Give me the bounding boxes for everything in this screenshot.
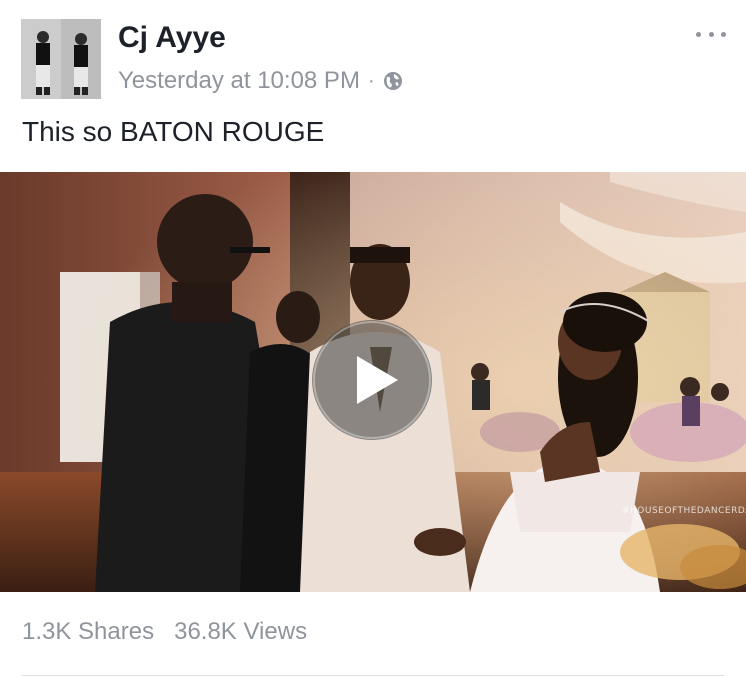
video-player[interactable]: #HOUSEOFTHEDANCERDANCE bbox=[0, 172, 746, 592]
feed-post: Cj Ayye Yesterday at 10:08 PM · This so … bbox=[0, 0, 746, 677]
views-count[interactable]: 36.8K Views bbox=[174, 618, 307, 646]
post-text: This so BATON ROUGE bbox=[22, 116, 325, 147]
divider bbox=[22, 675, 724, 676]
shares-count[interactable]: 1.3K Shares bbox=[22, 618, 154, 646]
globe-icon[interactable] bbox=[383, 71, 403, 91]
more-options-icon[interactable] bbox=[696, 26, 726, 42]
more-dot bbox=[708, 31, 714, 37]
meta-separator: · bbox=[367, 69, 375, 92]
more-dot bbox=[721, 31, 726, 37]
post-timestamp[interactable]: Yesterday at 10:08 PM bbox=[118, 67, 360, 95]
more-dot bbox=[696, 31, 701, 37]
play-button[interactable] bbox=[312, 320, 432, 440]
post-stats: 1.3K Shares 36.8K Views bbox=[22, 618, 307, 646]
author-name[interactable]: Cj Ayye bbox=[118, 20, 226, 56]
author-avatar[interactable] bbox=[21, 19, 101, 99]
video-watermark: #HOUSEOFTHEDANCERDANCE bbox=[622, 506, 746, 516]
avatar-image bbox=[21, 19, 101, 99]
post-meta: Yesterday at 10:08 PM · bbox=[118, 66, 403, 96]
play-icon bbox=[313, 321, 431, 439]
